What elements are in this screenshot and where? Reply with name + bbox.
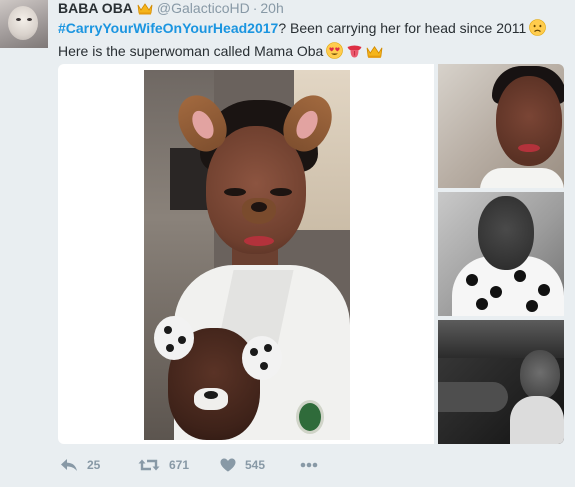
tweet-timestamp[interactable]: 20h bbox=[260, 0, 283, 16]
avatar-baby-face bbox=[8, 6, 38, 40]
more-button[interactable] bbox=[300, 455, 318, 475]
crown-icon bbox=[137, 2, 153, 18]
like-count: 545 bbox=[245, 458, 266, 472]
avatar[interactable] bbox=[0, 0, 48, 48]
separator-dot: · bbox=[252, 0, 258, 16]
tweet-header: BABA OBA @GalacticoHD · 20h bbox=[58, 0, 284, 18]
dalmatian-ear-left bbox=[154, 316, 194, 360]
heart-eyes-icon bbox=[326, 42, 344, 64]
disappointed-face-icon bbox=[529, 19, 547, 41]
dalmatian-ear-right bbox=[242, 336, 282, 380]
reply-icon bbox=[60, 458, 78, 472]
author-name[interactable]: BABA OBA bbox=[58, 0, 133, 16]
tweet-media-grid bbox=[58, 64, 564, 444]
crown-emoji-icon bbox=[366, 44, 383, 64]
tweet-text-line1: ? Been carrying her for head since 2011 bbox=[278, 20, 527, 36]
retweet-icon bbox=[138, 458, 160, 472]
thumbnail-3[interactable] bbox=[438, 320, 564, 444]
woman-and-child-photo bbox=[144, 70, 350, 440]
tweet-text-line2: Here is the superwoman called Mama Oba bbox=[58, 43, 324, 59]
thumbnail-2[interactable] bbox=[438, 192, 564, 316]
more-dots-icon bbox=[300, 462, 318, 468]
reply-count: 25 bbox=[87, 458, 101, 472]
tweet-card[interactable]: BABA OBA @GalacticoHD · 20h #CarryYourWifeO… bbox=[0, 0, 575, 487]
tongue-icon bbox=[346, 42, 363, 64]
baby-dog-nose-filter bbox=[194, 388, 228, 410]
author-handle[interactable]: @GalacticoHD bbox=[157, 0, 250, 16]
heart-icon bbox=[220, 458, 236, 472]
main-photo[interactable] bbox=[58, 64, 434, 444]
thumbnail-1[interactable] bbox=[438, 64, 564, 188]
retweet-count: 671 bbox=[169, 458, 190, 472]
retweet-button[interactable]: 671 bbox=[138, 455, 189, 475]
dog-nose-filter bbox=[242, 198, 276, 224]
like-button[interactable]: 545 bbox=[220, 455, 265, 475]
thumbnail-column bbox=[438, 64, 564, 444]
reply-button[interactable]: 25 bbox=[60, 455, 100, 475]
tweet-text: #CarryYourWifeOnYourHead2017? Been carry… bbox=[58, 18, 568, 64]
hashtag-link[interactable]: #CarryYourWifeOnYourHead2017 bbox=[58, 20, 278, 36]
